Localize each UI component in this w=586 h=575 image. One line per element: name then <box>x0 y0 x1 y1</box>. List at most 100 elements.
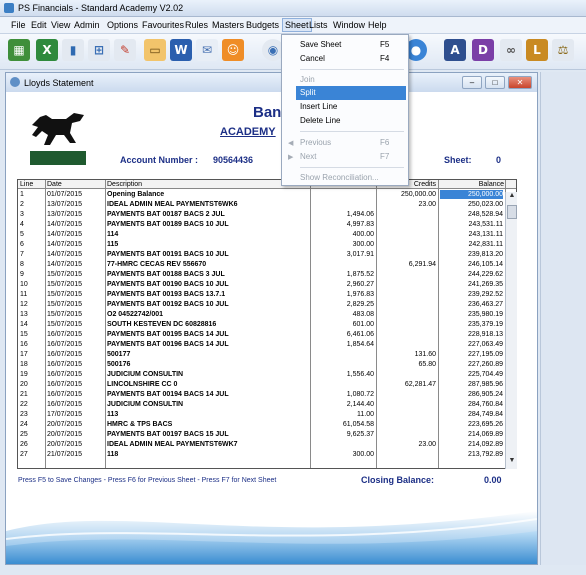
cell-credit[interactable]: 6,291.94 <box>378 260 436 269</box>
vertical-scrollbar[interactable]: ▲ ▼ <box>505 192 517 469</box>
cell-date[interactable]: 15/07/2015 <box>47 280 103 289</box>
cell-desc[interactable]: PAYMENTS BAT 00197 BACS 15 JUL <box>107 430 307 439</box>
cell-desc[interactable]: 114 <box>107 230 307 239</box>
cell-desc[interactable]: PAYMENTS BAT 00190 BACS 10 JUL <box>107 280 307 289</box>
cell-debit[interactable]: 1,556.40 <box>312 370 374 379</box>
menu-item-save-sheet[interactable]: Save Sheet F5 <box>282 38 408 52</box>
cell-balance[interactable]: 243,531.11 <box>440 220 503 229</box>
cell-date[interactable]: 17/07/2015 <box>47 410 103 419</box>
cell-debit[interactable]: 1,875.52 <box>312 270 374 279</box>
cell-date[interactable]: 16/07/2015 <box>47 390 103 399</box>
cell-credit[interactable] <box>378 280 436 289</box>
cell-line[interactable]: 1 <box>20 190 44 199</box>
cell-desc[interactable]: JUDICIUM CONSULTIN <box>107 370 307 379</box>
menu-admin[interactable]: Admin <box>73 20 101 30</box>
cell-line[interactable]: 9 <box>20 270 44 279</box>
cell-credit[interactable] <box>378 390 436 399</box>
cell-balance[interactable]: 235,980.19 <box>440 310 503 319</box>
cell-desc[interactable]: O2 04522742/001 <box>107 310 307 319</box>
cell-date[interactable]: 16/07/2015 <box>47 360 103 369</box>
cell-debit[interactable]: 3,017.91 <box>312 250 374 259</box>
cell-line[interactable]: 6 <box>20 240 44 249</box>
cell-debit[interactable]: 2,829.25 <box>312 300 374 309</box>
cell-date[interactable]: 16/07/2015 <box>47 330 103 339</box>
cell-date[interactable]: 14/07/2015 <box>47 220 103 229</box>
cell-line[interactable]: 2 <box>20 200 44 209</box>
cell-desc[interactable]: PAYMENTS BAT 00188 BACS 3 JUL <box>107 270 307 279</box>
cell-date[interactable]: 21/07/2015 <box>47 450 103 459</box>
cell-line[interactable]: 13 <box>20 310 44 319</box>
cell-balance[interactable]: 239,292.52 <box>440 290 503 299</box>
cell-date[interactable]: 16/07/2015 <box>47 380 103 389</box>
cell-balance[interactable]: 242,831.11 <box>440 240 503 249</box>
cell-desc[interactable]: HMRC & TPS BACS <box>107 420 307 429</box>
cell-credit[interactable] <box>378 300 436 309</box>
col-header-balance[interactable]: Balance <box>438 180 504 189</box>
cell-credit[interactable]: 131.60 <box>378 350 436 359</box>
cell-balance[interactable]: 236,463.27 <box>440 300 503 309</box>
cell-debit[interactable] <box>312 360 374 369</box>
col-header-line[interactable]: Line <box>20 180 33 189</box>
cell-line[interactable]: 21 <box>20 390 44 399</box>
cell-balance[interactable]: 284,760.84 <box>440 400 503 409</box>
cell-credit[interactable]: 250,000.00 <box>378 190 436 199</box>
cell-debit[interactable]: 4,997.83 <box>312 220 374 229</box>
cell-debit[interactable] <box>312 260 374 269</box>
cell-date[interactable]: 15/07/2015 <box>47 310 103 319</box>
cell-debit[interactable]: 1,494.06 <box>312 210 374 219</box>
cell-line[interactable]: 14 <box>20 320 44 329</box>
cell-date[interactable]: 13/07/2015 <box>47 210 103 219</box>
menu-view[interactable]: View <box>50 20 71 30</box>
cell-debit[interactable] <box>312 350 374 359</box>
cell-credit[interactable] <box>378 340 436 349</box>
cell-desc[interactable]: PAYMENTS BAT 00192 BACS 10 JUL <box>107 300 307 309</box>
cell-desc[interactable]: PAYMENTS BAT 00196 BACS 14 JUL <box>107 340 307 349</box>
cell-debit[interactable]: 2,960.27 <box>312 280 374 289</box>
cell-desc[interactable]: 500176 <box>107 360 307 369</box>
col-header-date[interactable]: Date <box>47 180 62 189</box>
cell-line[interactable]: 23 <box>20 410 44 419</box>
menu-budgets[interactable]: Budgets <box>245 20 280 30</box>
cell-credit[interactable] <box>378 210 436 219</box>
cell-date[interactable]: 16/07/2015 <box>47 400 103 409</box>
cell-debit[interactable]: 400.00 <box>312 230 374 239</box>
maximize-button[interactable]: □ <box>485 76 505 89</box>
menu-rules[interactable]: Rules <box>184 20 209 30</box>
menu-item-split[interactable]: Split <box>296 86 406 100</box>
cell-credit[interactable] <box>378 320 436 329</box>
cell-debit[interactable]: 300.00 <box>312 450 374 459</box>
cell-line[interactable]: 19 <box>20 370 44 379</box>
cell-debit[interactable]: 483.08 <box>312 310 374 319</box>
l-icon[interactable]: L <box>526 39 548 61</box>
cell-date[interactable]: 15/07/2015 <box>47 300 103 309</box>
menu-lists[interactable]: Lists <box>308 20 329 30</box>
hierarchy-icon[interactable]: ⊞ <box>88 39 110 61</box>
cell-debit[interactable]: 2,144.40 <box>312 400 374 409</box>
cell-balance[interactable]: 213,792.89 <box>440 450 503 459</box>
users-icon[interactable]: ☺ <box>222 39 244 61</box>
cell-balance[interactable]: 239,813.20 <box>440 250 503 259</box>
cell-line[interactable]: 24 <box>20 420 44 429</box>
report-icon[interactable]: ✎ <box>114 39 136 61</box>
cell-date[interactable]: 14/07/2015 <box>47 250 103 259</box>
cell-debit[interactable]: 11.00 <box>312 410 374 419</box>
cell-date[interactable]: 14/07/2015 <box>47 240 103 249</box>
cell-credit[interactable] <box>378 270 436 279</box>
cell-credit[interactable] <box>378 430 436 439</box>
cell-balance[interactable]: 227,195.09 <box>440 350 503 359</box>
cell-balance[interactable]: 243,131.11 <box>440 230 503 239</box>
menu-edit[interactable]: Edit <box>30 20 48 30</box>
cell-balance[interactable]: 248,528.94 <box>440 210 503 219</box>
menu-item-insert-line[interactable]: Insert Line <box>282 100 408 114</box>
cell-desc[interactable]: PAYMENTS BAT 00193 BACS 13.7.1 <box>107 290 307 299</box>
cell-date[interactable]: 15/07/2015 <box>47 320 103 329</box>
menu-item-next[interactable]: ▶ Next F7 <box>282 150 408 164</box>
menu-window[interactable]: Window <box>332 20 366 30</box>
scales-icon[interactable]: ⚖ <box>552 39 574 61</box>
cell-balance[interactable]: 250,023.00 <box>440 200 503 209</box>
cell-balance[interactable]: 241,269.35 <box>440 280 503 289</box>
cell-line[interactable]: 5 <box>20 230 44 239</box>
cell-desc[interactable]: JUDICIUM CONSULTIN <box>107 400 307 409</box>
cell-desc[interactable]: LINCOLNSHIRE CC 0 <box>107 380 307 389</box>
word-icon[interactable]: W <box>170 39 192 61</box>
